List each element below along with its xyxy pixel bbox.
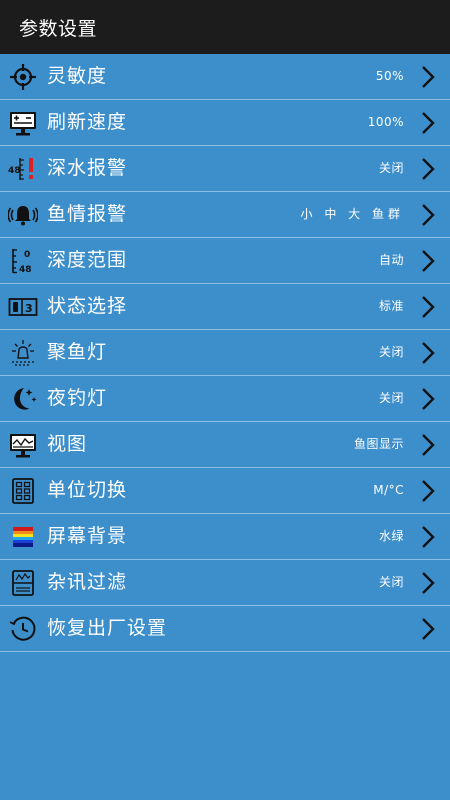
monitor-refresh-icon bbox=[8, 108, 38, 138]
setting-row-fish-lamp[interactable]: 聚鱼灯 关闭 bbox=[0, 330, 450, 376]
depth-alarm-icon: 48 bbox=[8, 154, 38, 184]
setting-value: 关闭 bbox=[378, 575, 404, 589]
chevron-right-icon bbox=[421, 387, 435, 411]
setting-label: 状态选择 bbox=[47, 295, 128, 317]
chevron-right-icon bbox=[421, 617, 435, 641]
chevron-right-icon bbox=[421, 341, 435, 365]
chevron-right-icon bbox=[421, 65, 435, 89]
setting-row-screen-background[interactable]: 屏幕背景 水绿 bbox=[0, 514, 450, 560]
setting-label: 视图 bbox=[47, 433, 88, 455]
bell-icon bbox=[8, 200, 38, 230]
setting-label: 屏幕背景 bbox=[47, 525, 128, 547]
setting-label: 聚鱼灯 bbox=[47, 341, 108, 363]
setting-row-refresh-speed[interactable]: 刷新速度 100% bbox=[0, 100, 450, 146]
moon-icon bbox=[8, 384, 38, 414]
page-title: 参数设置 bbox=[19, 17, 98, 40]
svg-text:0: 0 bbox=[24, 250, 30, 260]
chevron-right-icon bbox=[421, 111, 435, 135]
setting-value: 水绿 bbox=[378, 529, 404, 543]
setting-row-fish-alarm[interactable]: 鱼情报警 小 中 大 鱼群 bbox=[0, 192, 450, 238]
setting-row-noise-filter[interactable]: 杂讯过滤 关闭 bbox=[0, 560, 450, 606]
setting-row-view[interactable]: 视图 鱼图显示 bbox=[0, 422, 450, 468]
svg-text:48: 48 bbox=[19, 265, 32, 275]
setting-label: 深水报警 bbox=[47, 157, 128, 179]
view-monitor-icon bbox=[8, 430, 38, 460]
chevron-right-icon bbox=[421, 295, 435, 319]
setting-label: 鱼情报警 bbox=[47, 203, 128, 225]
setting-row-deep-water-alarm[interactable]: 48 深水报警 关闭 bbox=[0, 146, 450, 192]
clock-reset-icon bbox=[8, 614, 38, 644]
setting-value: 关闭 bbox=[378, 161, 404, 175]
status-icon: 3 bbox=[8, 292, 38, 322]
setting-label: 灵敏度 bbox=[47, 65, 108, 87]
setting-label: 单位切换 bbox=[47, 479, 128, 501]
chevron-right-icon bbox=[421, 203, 435, 227]
setting-value: 鱼图显示 bbox=[353, 437, 404, 451]
setting-label: 刷新速度 bbox=[47, 111, 128, 133]
filter-icon bbox=[8, 568, 38, 598]
setting-label: 深度范围 bbox=[47, 249, 128, 271]
setting-row-status-select[interactable]: 3 状态选择 标准 bbox=[0, 284, 450, 330]
setting-row-night-lamp[interactable]: 夜钓灯 关闭 bbox=[0, 376, 450, 422]
color-palette-icon bbox=[8, 522, 38, 552]
settings-list: 灵敏度 50% 刷新速度 100% 48 深水报警 关闭 鱼情报警 小 中 大 … bbox=[0, 54, 450, 652]
chevron-right-icon bbox=[421, 525, 435, 549]
app-header: 参数设置 bbox=[0, 0, 450, 54]
setting-value: 标准 bbox=[378, 299, 404, 313]
setting-value: 小 中 大 鱼群 bbox=[300, 207, 404, 221]
chevron-right-icon bbox=[421, 157, 435, 181]
setting-value: 50% bbox=[375, 69, 404, 83]
setting-label: 杂讯过滤 bbox=[47, 571, 128, 593]
setting-row-depth-range[interactable]: 0 48 深度范围 自动 bbox=[0, 238, 450, 284]
setting-value: 关闭 bbox=[378, 391, 404, 405]
setting-label: 恢复出厂设置 bbox=[47, 617, 168, 639]
chevron-right-icon bbox=[421, 479, 435, 503]
unit-grid-icon bbox=[8, 476, 38, 506]
setting-row-unit-switch[interactable]: 单位切换 M/°C bbox=[0, 468, 450, 514]
chevron-right-icon bbox=[421, 249, 435, 273]
setting-value: 100% bbox=[367, 115, 404, 129]
setting-value: 自动 bbox=[378, 253, 404, 267]
crosshair-icon bbox=[8, 62, 38, 92]
svg-text:3: 3 bbox=[25, 302, 33, 315]
setting-row-factory-reset[interactable]: 恢复出厂设置 bbox=[0, 606, 450, 652]
chevron-right-icon bbox=[421, 433, 435, 457]
setting-label: 夜钓灯 bbox=[47, 387, 108, 409]
setting-row-sensitivity[interactable]: 灵敏度 50% bbox=[0, 54, 450, 100]
setting-value: 关闭 bbox=[378, 345, 404, 359]
depth-range-icon: 0 48 bbox=[8, 246, 38, 276]
fish-lamp-icon bbox=[8, 338, 38, 368]
setting-value: M/°C bbox=[373, 483, 404, 497]
svg-text:48: 48 bbox=[8, 166, 21, 176]
chevron-right-icon bbox=[421, 571, 435, 595]
